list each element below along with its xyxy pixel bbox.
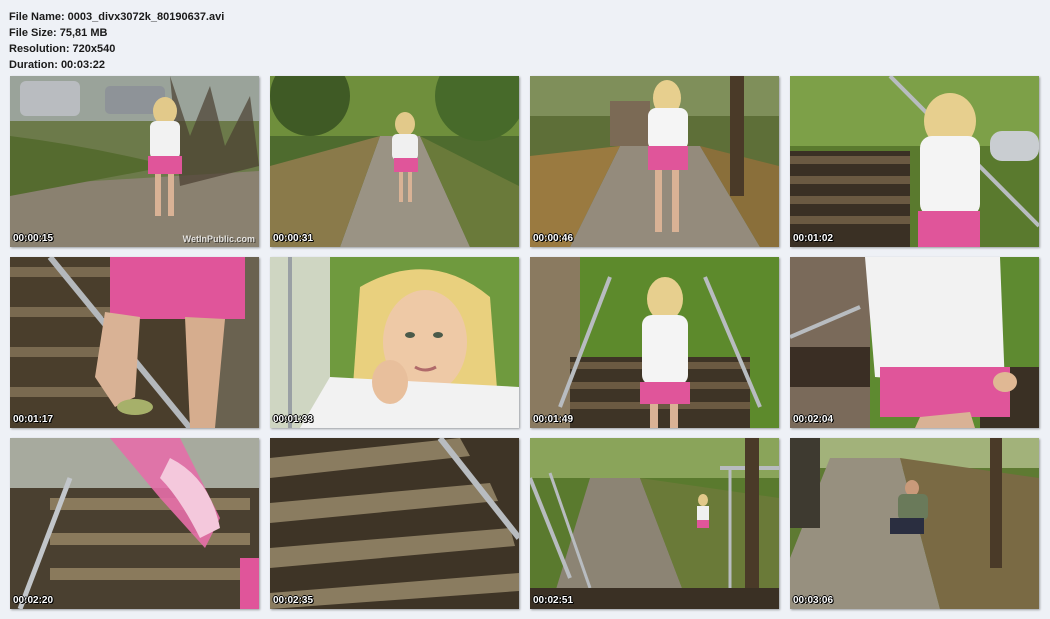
thumbnail-grid: WetInPublic.com 00:00:15 00:00:31 00:00:… — [10, 76, 1039, 609]
scene-image — [530, 438, 779, 609]
scene-image — [270, 257, 519, 428]
thumbnail-3[interactable]: 00:00:46 — [530, 76, 779, 247]
scene-image — [10, 438, 259, 609]
thumbnail-11[interactable]: 00:02:51 — [530, 438, 779, 609]
timestamp: 00:02:20 — [13, 595, 54, 606]
scene-image — [790, 257, 1039, 428]
thumbnail-1[interactable]: WetInPublic.com 00:00:15 — [10, 76, 259, 247]
thumbnail-10[interactable]: 00:02:35 — [270, 438, 519, 609]
scene-image — [10, 257, 259, 428]
resolution: Resolution: 720x540 — [9, 43, 116, 55]
timestamp: 00:01:49 — [533, 414, 574, 425]
scene-image — [790, 76, 1039, 247]
scene-image — [530, 76, 779, 247]
watermark: WetInPublic.com — [182, 234, 255, 244]
scene-image — [270, 438, 519, 609]
timestamp: 00:02:04 — [793, 414, 834, 425]
timestamp: 00:00:31 — [273, 233, 314, 244]
timestamp: 00:02:35 — [273, 595, 314, 606]
thumbnail-4[interactable]: 00:01:02 — [790, 76, 1039, 247]
timestamp: 00:03:06 — [793, 595, 834, 606]
file-size: File Size: 75,81 MB — [9, 27, 108, 39]
thumbnail-7[interactable]: 00:01:49 — [530, 257, 779, 428]
file-name: File Name: 0003_divx3072k_80190637.avi — [9, 11, 225, 23]
thumbnail-5[interactable]: 00:01:17 — [10, 257, 259, 428]
scene-image — [530, 257, 779, 428]
thumbnail-9[interactable]: 00:02:20 — [10, 438, 259, 609]
thumbnail-6[interactable]: 00:01:33 — [270, 257, 519, 428]
timestamp: 00:01:02 — [793, 233, 834, 244]
file-info: File Name: 0003_divx3072k_80190637.avi F… — [9, 9, 224, 73]
scene-image — [270, 76, 519, 247]
duration: Duration: 00:03:22 — [9, 59, 105, 71]
scene-image — [790, 438, 1039, 609]
thumbnail-8[interactable]: 00:02:04 — [790, 257, 1039, 428]
thumbnail-2[interactable]: 00:00:31 — [270, 76, 519, 247]
timestamp: 00:00:15 — [13, 233, 54, 244]
thumbnail-12[interactable]: 00:03:06 — [790, 438, 1039, 609]
timestamp: 00:02:51 — [533, 595, 574, 606]
scene-image — [10, 76, 259, 247]
timestamp: 00:00:46 — [533, 233, 574, 244]
timestamp: 00:01:17 — [13, 414, 54, 425]
timestamp: 00:01:33 — [273, 414, 314, 425]
